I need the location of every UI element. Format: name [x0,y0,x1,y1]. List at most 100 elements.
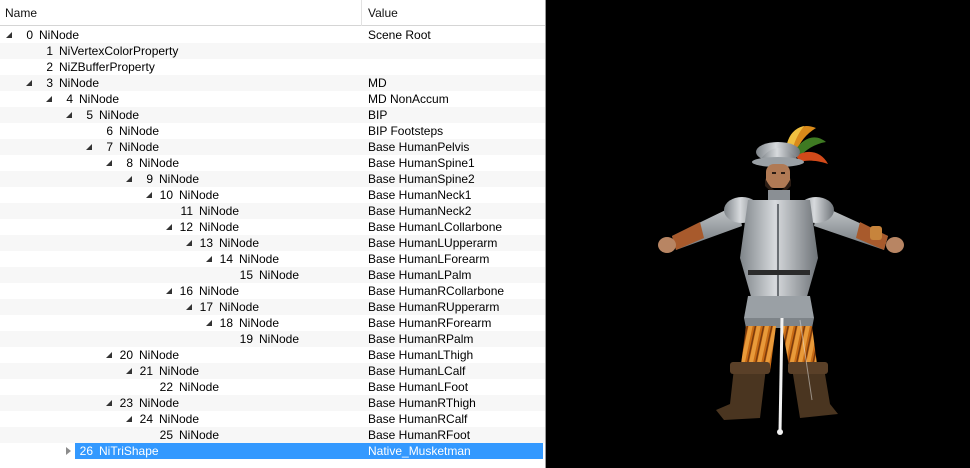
tree-row[interactable]: 16 NiNode Base HumanRCollarbone [0,283,545,299]
value-cell[interactable]: Native_Musketman [368,443,471,459]
value-cell[interactable]: MD NonAccum [368,91,449,107]
node-index: 15 [239,268,253,282]
tree-row[interactable]: 20 NiNode Base HumanLThigh [0,347,545,363]
tree-row[interactable]: 25 NiNode Base HumanRFoot [0,427,545,443]
node-type: NiNode [139,396,180,410]
value-cell[interactable]: BIP [368,107,387,123]
tree-row[interactable]: 9 NiNode Base HumanSpine2 [0,171,545,187]
node-index: 22 [159,380,173,394]
tree-row[interactable]: 3 NiNode MD [0,75,545,91]
tree-rows: 0 NiNode Scene Root 1 NiVertexColorProperty 2… [0,27,545,459]
value-cell[interactable]: Base HumanRFoot [368,427,470,443]
value-cell[interactable]: MD [368,75,387,91]
node-index: 1 [46,44,53,58]
node-type: NiNode [79,92,120,106]
node-type: NiNode [199,284,240,298]
node-type: NiNode [179,428,220,442]
node-index: 21 [139,364,153,378]
value-cell[interactable]: BIP Footsteps [368,123,443,139]
column-header: Name Value [0,0,545,26]
value-cell[interactable]: Base HumanLThigh [368,347,473,363]
value-cell[interactable]: Base HumanNeck2 [368,203,471,219]
tree-row[interactable]: 12 NiNode Base HumanLCollarbone [0,219,545,235]
value-cell[interactable]: Base HumanRUpperarm [368,299,499,315]
node-index: 14 [219,252,233,266]
tree-row[interactable]: 19 NiNode Base HumanRPalm [0,331,545,347]
node-index: 3 [46,76,53,90]
node-type: NiZBufferProperty [59,60,155,74]
tree-row[interactable]: 2 NiZBufferProperty [0,59,545,75]
tree-row[interactable]: 0 NiNode Scene Root [0,27,545,43]
node-type: NiNode [159,172,200,186]
node-index: 5 [86,108,93,122]
3d-viewport[interactable] [547,0,970,468]
node-type: NiNode [119,124,160,138]
node-type: NiNode [159,364,200,378]
node-type: NiNode [139,156,180,170]
node-index: 8 [126,156,133,170]
value-cell[interactable]: Base HumanRCalf [368,411,467,427]
node-index: 9 [146,172,153,186]
value-cell[interactable]: Base HumanRPalm [368,331,473,347]
tree-row[interactable]: 5 NiNode BIP [0,107,545,123]
node-index: 19 [239,332,253,346]
value-cell[interactable]: Scene Root [368,27,431,43]
node-index: 4 [66,92,73,106]
node-index: 0 [26,28,33,42]
value-cell[interactable]: Base HumanPelvis [368,139,469,155]
tree-row[interactable]: 26 NiTriShape Native_Musketman [0,443,545,459]
value-column-header[interactable]: Value [363,0,545,26]
node-type: NiNode [199,204,240,218]
node-type: NiNode [59,76,100,90]
tree-row[interactable]: 23 NiNode Base HumanRThigh [0,395,545,411]
tree-row[interactable]: 10 NiNode Base HumanNeck1 [0,187,545,203]
node-index: 6 [106,124,113,138]
tree-row[interactable]: 15 NiNode Base HumanLPalm [0,267,545,283]
tree-row[interactable]: 6 NiNode BIP Footsteps [0,123,545,139]
value-cell[interactable]: Base HumanLFoot [368,379,468,395]
node-type: NiNode [99,108,140,122]
node-type: NiNode [39,28,80,42]
tree-row[interactable]: 24 NiNode Base HumanRCalf [0,411,545,427]
node-type: NiNode [219,236,260,250]
value-cell[interactable]: Base HumanLCollarbone [368,219,502,235]
node-type: NiNode [239,316,280,330]
node-index: 18 [219,316,233,330]
node-type: NiNode [259,268,300,282]
value-cell[interactable]: Base HumanLForearm [368,251,489,267]
value-cell[interactable]: Base HumanRCollarbone [368,283,504,299]
tree-row[interactable]: 4 NiNode MD NonAccum [0,91,545,107]
tree-row[interactable]: 14 NiNode Base HumanLForearm [0,251,545,267]
node-index: 7 [106,140,113,154]
tree-row[interactable]: 8 NiNode Base HumanSpine1 [0,155,545,171]
tree-row[interactable]: 21 NiNode Base HumanLCalf [0,363,545,379]
node-index: 2 [46,60,53,74]
node-index: 11 [180,204,193,218]
node-index: 25 [159,428,173,442]
value-cell[interactable]: Base HumanLCalf [368,363,465,379]
tree-row[interactable]: 18 NiNode Base HumanRForearm [0,315,545,331]
node-index: 23 [119,396,133,410]
node-type: NiNode [159,412,200,426]
node-type: NiVertexColorProperty [59,44,179,58]
node-index: 10 [159,188,173,202]
tree-row[interactable]: 11 NiNode Base HumanNeck2 [0,203,545,219]
value-cell[interactable]: Base HumanSpine2 [368,171,475,187]
node-index: 26 [79,444,93,458]
value-cell[interactable]: Base HumanRThigh [368,395,476,411]
tree-row[interactable]: 7 NiNode Base HumanPelvis [0,139,545,155]
tree-row[interactable]: 13 NiNode Base HumanLUpperarm [0,235,545,251]
value-cell[interactable]: Base HumanLUpperarm [368,235,497,251]
name-column-header[interactable]: Name [0,0,362,26]
tree-row[interactable]: 1 NiVertexColorProperty [0,43,545,59]
tree-row[interactable]: 22 NiNode Base HumanLFoot [0,379,545,395]
value-cell[interactable]: Base HumanRForearm [368,315,491,331]
value-cell[interactable]: Base HumanNeck1 [368,187,471,203]
value-cell[interactable]: Base HumanSpine1 [368,155,475,171]
musketman-model-render [658,126,904,435]
node-type: NiNode [219,300,260,314]
tree-row[interactable]: 17 NiNode Base HumanRUpperarm [0,299,545,315]
value-cell[interactable]: Base HumanLPalm [368,267,471,283]
node-index: 16 [179,284,193,298]
node-tree-panel[interactable]: Name Value 0 NiNode Scene Root 1 NiVertexCol… [0,0,546,468]
